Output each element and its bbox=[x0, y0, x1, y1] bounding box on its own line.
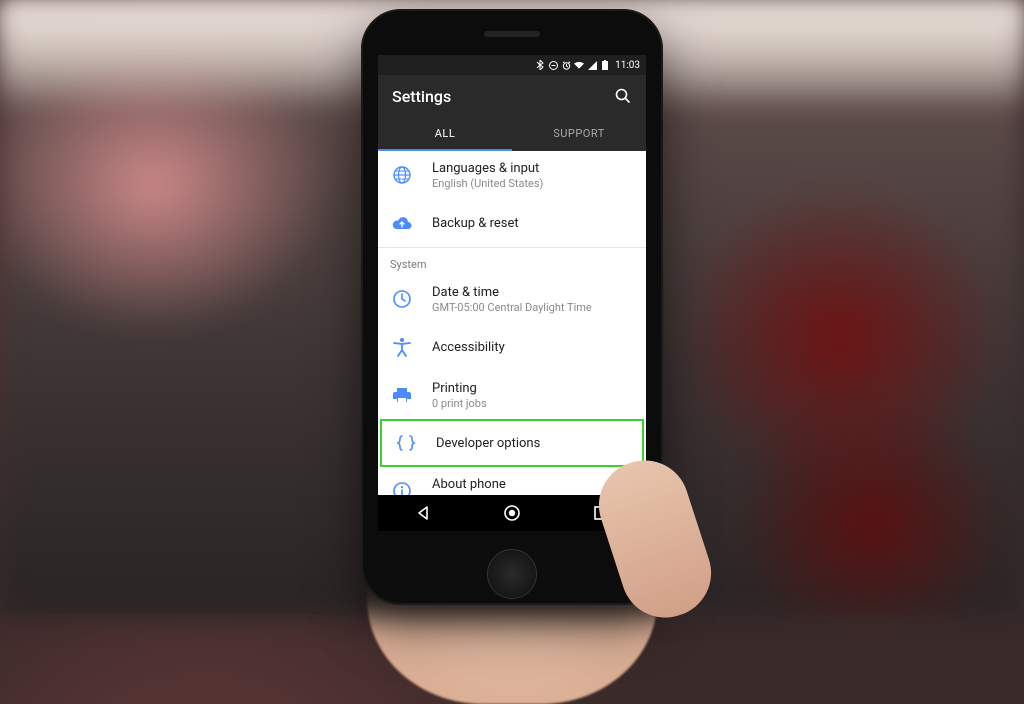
accessibility-icon bbox=[390, 335, 414, 359]
row-date-time[interactable]: Date & time GMT-05:00 Central Daylight T… bbox=[378, 275, 646, 323]
bluetooth-icon bbox=[535, 60, 545, 70]
row-label: About phone bbox=[432, 477, 506, 492]
row-label: Printing bbox=[432, 381, 487, 396]
globe-icon bbox=[390, 163, 414, 187]
row-label: Developer options bbox=[436, 436, 540, 451]
toolbar: Settings bbox=[378, 75, 646, 117]
search-icon[interactable] bbox=[614, 87, 632, 105]
tabs: ALL SUPPORT bbox=[378, 117, 646, 151]
row-languages-input[interactable]: Languages & input English (United States… bbox=[378, 151, 646, 199]
battery-icon bbox=[600, 60, 610, 70]
info-icon bbox=[390, 479, 414, 495]
row-printing[interactable]: Printing 0 print jobs bbox=[378, 371, 646, 419]
row-sublabel: English (United States) bbox=[432, 177, 543, 190]
phone-speaker bbox=[484, 31, 540, 37]
cell-signal-icon bbox=[587, 60, 597, 70]
cloud-up-icon bbox=[390, 211, 414, 235]
screen: 11:03 Settings ALL SUPPORT Languages & i… bbox=[378, 55, 646, 531]
status-bar: 11:03 bbox=[378, 55, 646, 75]
nav-home-button[interactable] bbox=[500, 501, 524, 525]
settings-list: Languages & input English (United States… bbox=[378, 151, 646, 495]
row-sublabel: 0 print jobs bbox=[432, 397, 487, 410]
braces-icon bbox=[394, 431, 418, 455]
clock-icon bbox=[390, 287, 414, 311]
row-label: Date & time bbox=[432, 285, 592, 300]
tab-support[interactable]: SUPPORT bbox=[512, 117, 646, 151]
page-title: Settings bbox=[392, 87, 451, 106]
status-time: 11:03 bbox=[615, 60, 640, 71]
wifi-icon bbox=[574, 60, 584, 70]
row-label: Backup & reset bbox=[432, 216, 519, 231]
row-label: Accessibility bbox=[432, 340, 505, 355]
row-developer-options[interactable]: Developer options bbox=[380, 419, 644, 467]
alarm-icon bbox=[561, 60, 571, 70]
row-backup-reset[interactable]: Backup & reset bbox=[378, 199, 646, 247]
section-system-header: System bbox=[378, 247, 646, 275]
dnd-icon bbox=[548, 60, 558, 70]
phone-home-button[interactable] bbox=[487, 549, 537, 599]
row-sublabel: GMT-05:00 Central Daylight Time bbox=[432, 301, 592, 314]
nav-back-button[interactable] bbox=[411, 501, 435, 525]
row-label: Languages & input bbox=[432, 161, 543, 176]
row-accessibility[interactable]: Accessibility bbox=[378, 323, 646, 371]
tab-all[interactable]: ALL bbox=[378, 117, 512, 151]
printer-icon bbox=[390, 383, 414, 407]
